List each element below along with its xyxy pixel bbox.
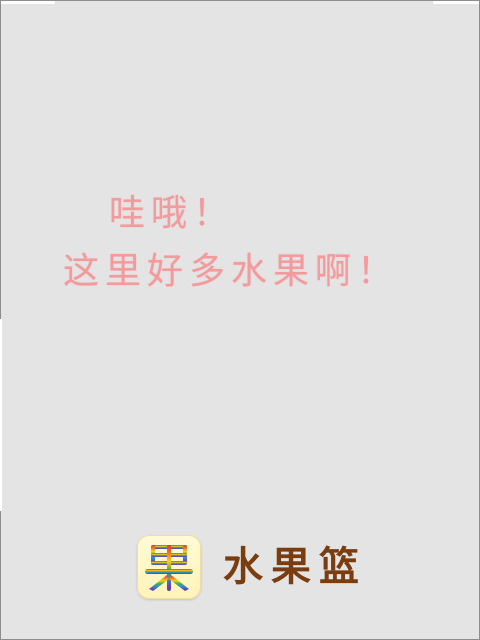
frame-notch-right <box>433 1 479 4</box>
splash-screen: 哇哦！ 这里好多水果啊！ 水果篮 <box>0 0 480 640</box>
fruit-basket-rainbow-icon <box>137 535 201 599</box>
app-name: 水果篮 <box>223 544 367 590</box>
frame-edge-highlight <box>0 319 2 511</box>
greeting-line-1: 哇哦！ <box>109 193 236 234</box>
rainbow-glyph-icon <box>145 545 193 591</box>
frame-notch-left <box>1 1 55 4</box>
greeting-line-2: 这里好多水果啊！ <box>63 251 400 292</box>
brand-logo: 水果篮 <box>137 535 367 599</box>
